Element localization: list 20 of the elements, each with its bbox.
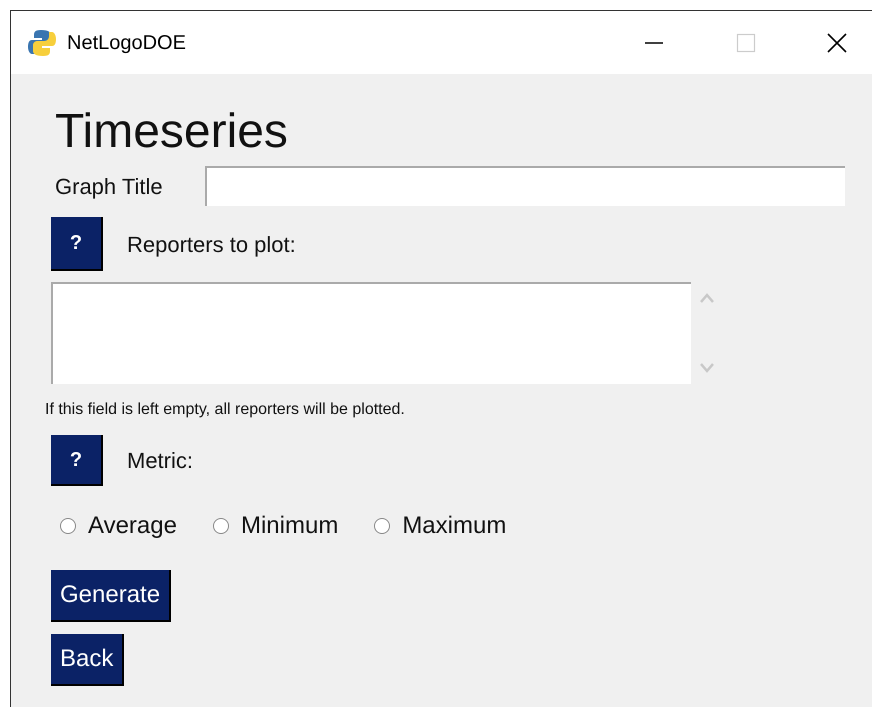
- reporters-field[interactable]: [51, 282, 691, 384]
- help-button[interactable]: ?: [51, 435, 103, 486]
- graph-title-field[interactable]: [205, 166, 845, 206]
- field-label: Metric:: [127, 447, 193, 475]
- page-heading: Timeseries: [55, 104, 289, 160]
- app-logo-icon: [27, 28, 57, 58]
- field-label: Reporters to plot:: [127, 230, 296, 259]
- radio-button[interactable]: [212, 518, 229, 534]
- window-title: NetLogoDOE: [67, 30, 186, 56]
- radio-label: Average: [88, 511, 177, 541]
- action-button[interactable]: Back: [51, 634, 124, 686]
- action-button[interactable]: Generate: [51, 570, 172, 622]
- radio-button[interactable]: [60, 518, 76, 534]
- radio-label: Minimum: [240, 511, 338, 541]
- help-button[interactable]: ?: [51, 217, 103, 271]
- radio-button[interactable]: [374, 518, 390, 534]
- close-icon[interactable]: [826, 32, 848, 54]
- radio-label: Maximum: [402, 511, 506, 541]
- hint-text: If this field is left empty, all reporters will be plotted.: [45, 400, 406, 420]
- field-label: Graph Title: [55, 172, 164, 201]
